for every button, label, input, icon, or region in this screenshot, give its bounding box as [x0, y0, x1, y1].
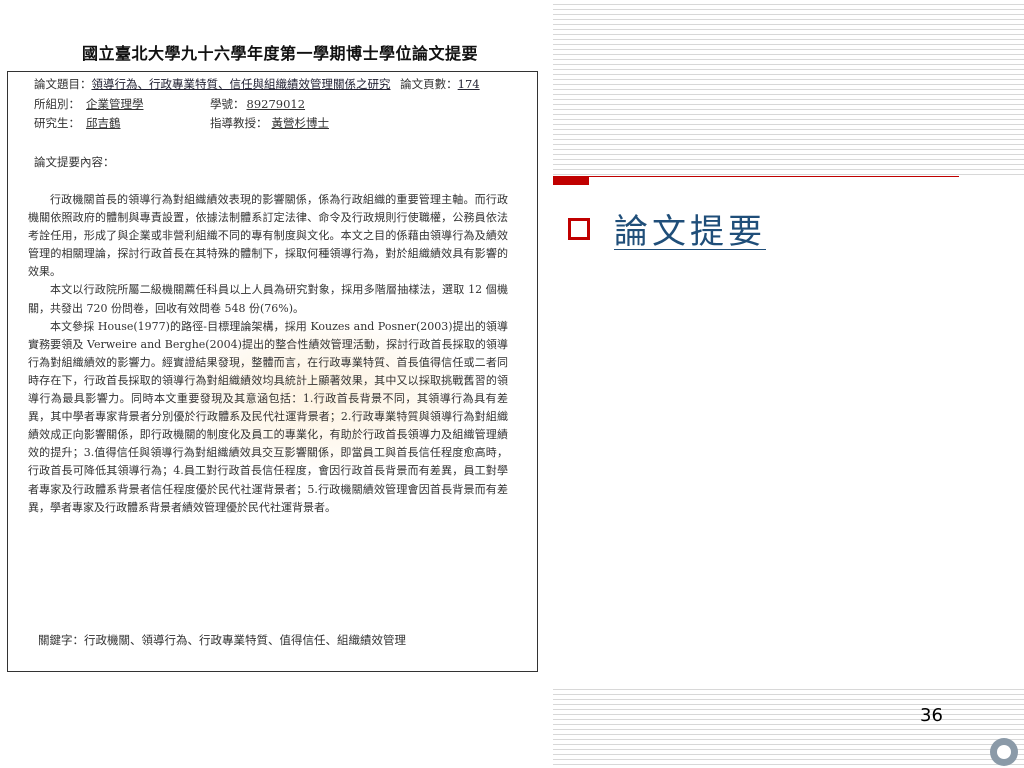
keywords-value: 行政機關、領導行為、行政專業特質、值得信任、組織績效管理 [84, 633, 406, 647]
keywords-label: 關鍵字： [38, 633, 84, 647]
student-id-row: 學號： 89279012 [210, 96, 311, 112]
keywords-row: 關鍵字：行政機關、領導行為、行政專業特質、值得信任、組織績效管理 [38, 632, 406, 648]
thesis-title-value: 領導行為、行政專業特質、信任與組織績效管理關係之研究 [91, 77, 391, 91]
abstract-paragraph: 本文以行政院所屬二級機關薦任科員以上人員為研究對象，採用多階層抽樣法，選取 12… [28, 283, 508, 315]
hollow-square-bullet-icon [568, 218, 590, 240]
student-value: 邱吉鶴 [86, 116, 121, 130]
abstract-label: 論文提要內容： [34, 155, 115, 169]
student-id-value: 89279012 [246, 97, 306, 111]
slide-heading[interactable]: 論文提要 [614, 204, 766, 253]
circle-icon [990, 738, 1018, 766]
advisor-row: 指導教授： 黃營杉博士 [210, 115, 343, 131]
department-value: 企業管理學 [86, 97, 144, 111]
thesis-title-label: 論文題目： [34, 77, 92, 91]
department-label: 所組別： [34, 97, 80, 111]
abstract-body: 行政機關首長的領導行為對組織績效表現的影響關係，係為行政組織的重要管理主軸。而行… [28, 191, 508, 517]
pages-label: 論文頁數： [400, 77, 458, 91]
department-row: 所組別： 企業管理學 [34, 96, 158, 112]
accent-red-block [553, 176, 589, 185]
advisor-label: 指導教授： [210, 116, 268, 130]
advisor-value: 黃營杉博士 [271, 116, 330, 130]
student-row: 研究生： 邱吉鶴 [34, 115, 131, 131]
thesis-title-row: 論文題目：領導行為、行政專業特質、信任與組織績效管理關係之研究 論文頁數：174 [34, 76, 480, 92]
accent-red-rule [589, 176, 959, 177]
abstract-paragraph: 行政機關首長的領導行為對組織績效表現的影響關係，係為行政組織的重要管理主軸。而行… [28, 193, 508, 279]
student-label: 研究生： [34, 116, 80, 130]
page-number: 36 [920, 705, 943, 726]
document-title: 國立臺北大學九十六學年度第一學期博士學位論文提要 [81, 44, 478, 63]
pages-value: 174 [457, 77, 480, 91]
abstract-paragraph: 本文參採 House(1977)的路徑-目標理論架構，採用 Kouzes and… [28, 319, 508, 514]
student-id-label: 學號： [210, 97, 245, 111]
